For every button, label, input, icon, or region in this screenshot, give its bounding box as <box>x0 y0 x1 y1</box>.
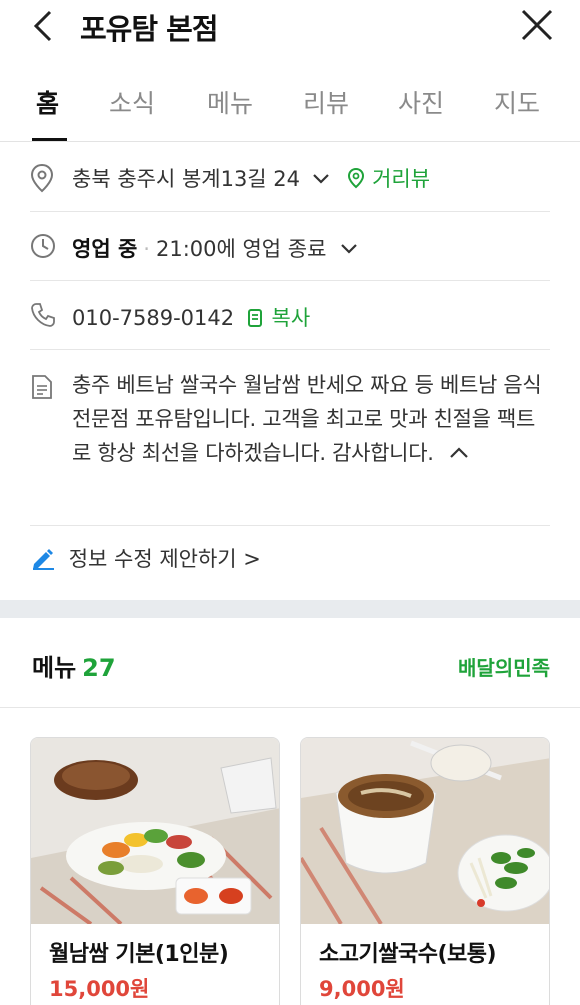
close-button[interactable] <box>518 6 556 44</box>
address-row: 충북 충주시 봉계13길 24 거리뷰 <box>30 143 550 212</box>
menu-photo-beef-pho <box>301 738 549 924</box>
menu-title-label: 메뉴 <box>32 654 77 682</box>
suggest-edit-label: 정보 수정 제안하기 > <box>68 547 261 571</box>
street-view-link[interactable]: 거리뷰 <box>347 167 430 191</box>
active-tab-indicator <box>32 138 67 141</box>
tab-map[interactable]: 지도 <box>494 84 540 120</box>
clock-icon <box>31 234 55 258</box>
hours-row[interactable]: 영업 중 · 21:00에 영업 종료 <box>30 212 550 281</box>
street-view-pin-icon <box>348 167 365 189</box>
description-text: 충주 베트남 쌀국수 월남쌈 반세오 짜요 등 베트남 음식 전문점 포유탐입니… <box>72 368 547 470</box>
tab-reviews[interactable]: 리뷰 <box>303 84 349 120</box>
menu-item-price: 15,000원 <box>49 977 150 1001</box>
close-icon <box>521 9 553 41</box>
page-title: 포유탐 본점 <box>80 12 218 46</box>
location-pin-icon <box>30 163 54 193</box>
menu-photo-spring-rolls <box>31 738 279 924</box>
tab-photos[interactable]: 사진 <box>398 84 444 120</box>
phone-number[interactable]: 010-7589-0142 <box>72 306 234 330</box>
tab-home[interactable]: 홈 <box>36 84 59 120</box>
chevron-up-icon[interactable] <box>448 446 470 460</box>
suggest-edit-link[interactable]: 정보 수정 제안하기 > <box>30 543 261 573</box>
menu-item-name: 소고기쌀국수(보통) <box>319 942 497 967</box>
menu-count: 27 <box>82 654 116 682</box>
document-icon <box>32 375 52 399</box>
copy-button[interactable]: 복사 <box>247 306 310 330</box>
street-view-label: 거리뷰 <box>372 167 431 191</box>
phone-row: 010-7589-0142 복사 <box>30 281 550 350</box>
menu-section-header: 메뉴 27 배달의민족 <box>0 618 580 708</box>
closing-time: 21:00에 영업 종료 <box>155 237 327 261</box>
chevron-left-icon <box>33 10 52 42</box>
chevron-down-icon[interactable] <box>311 172 331 186</box>
menu-card[interactable]: 소고기쌀국수(보통) 9,000원 <box>300 737 550 1005</box>
section-divider <box>0 600 580 618</box>
pencil-icon <box>33 549 54 570</box>
tab-news[interactable]: 소식 <box>109 84 155 120</box>
address-text[interactable]: 충북 충주시 봉계13길 24 <box>72 167 300 191</box>
menu-card[interactable]: 월남쌈 기본(1인분) 15,000원 <box>30 737 280 1005</box>
separator-dot: · <box>143 237 150 261</box>
tab-bar: 홈 소식 메뉴 리뷰 사진 지도 <box>0 72 580 142</box>
open-status: 영업 중 <box>72 237 138 261</box>
tab-menu[interactable]: 메뉴 <box>207 84 253 120</box>
menu-item-price: 9,000원 <box>319 977 405 1001</box>
menu-title: 메뉴 27 <box>32 648 116 683</box>
back-button[interactable] <box>28 8 62 44</box>
menu-item-name: 월남쌈 기본(1인분) <box>49 942 229 967</box>
phone-icon <box>31 303 55 327</box>
copy-icon <box>247 309 262 327</box>
description-body: 충주 베트남 쌀국수 월남쌈 반세오 짜요 등 베트남 음식 전문점 포유탐입니… <box>72 373 542 465</box>
header: 포유탐 본점 <box>0 0 580 52</box>
baemin-link[interactable]: 배달의민족 <box>458 652 550 681</box>
copy-label: 복사 <box>271 306 311 330</box>
chevron-down-icon[interactable] <box>339 242 359 256</box>
